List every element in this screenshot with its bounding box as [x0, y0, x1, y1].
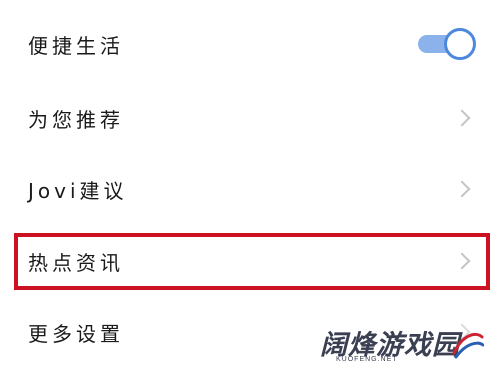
swoosh-icon — [452, 332, 484, 359]
settings-row-convenient-life[interactable]: 便捷生活 — [0, 24, 500, 64]
settings-row-label: 更多设置 — [28, 321, 124, 346]
settings-screen: 便捷生活 为您推荐 Jovi建议 热点资讯 更多设置 阔烽游戏园 KUOFENG… — [0, 0, 500, 375]
chevron-right-icon — [453, 180, 471, 198]
settings-row-jovi-suggestions[interactable]: Jovi建议 — [0, 169, 500, 209]
toggle-knob — [444, 28, 476, 60]
settings-row-label: 为您推荐 — [28, 107, 124, 132]
watermark-site: KUOFENG.NET — [336, 356, 398, 363]
chevron-right-icon — [453, 109, 471, 127]
watermark-logo: 阔烽游戏园 KUOFENG.NET — [320, 321, 484, 369]
settings-row-label: 热点资讯 — [28, 250, 124, 275]
settings-row-label: 便捷生活 — [28, 33, 124, 58]
settings-row-label: Jovi建议 — [28, 178, 128, 203]
chevron-right-icon — [453, 252, 471, 270]
settings-row-hot-news[interactable]: 热点资讯 — [0, 241, 500, 281]
settings-row-recommend[interactable]: 为您推荐 — [0, 98, 500, 138]
convenient-life-toggle[interactable] — [418, 28, 476, 60]
